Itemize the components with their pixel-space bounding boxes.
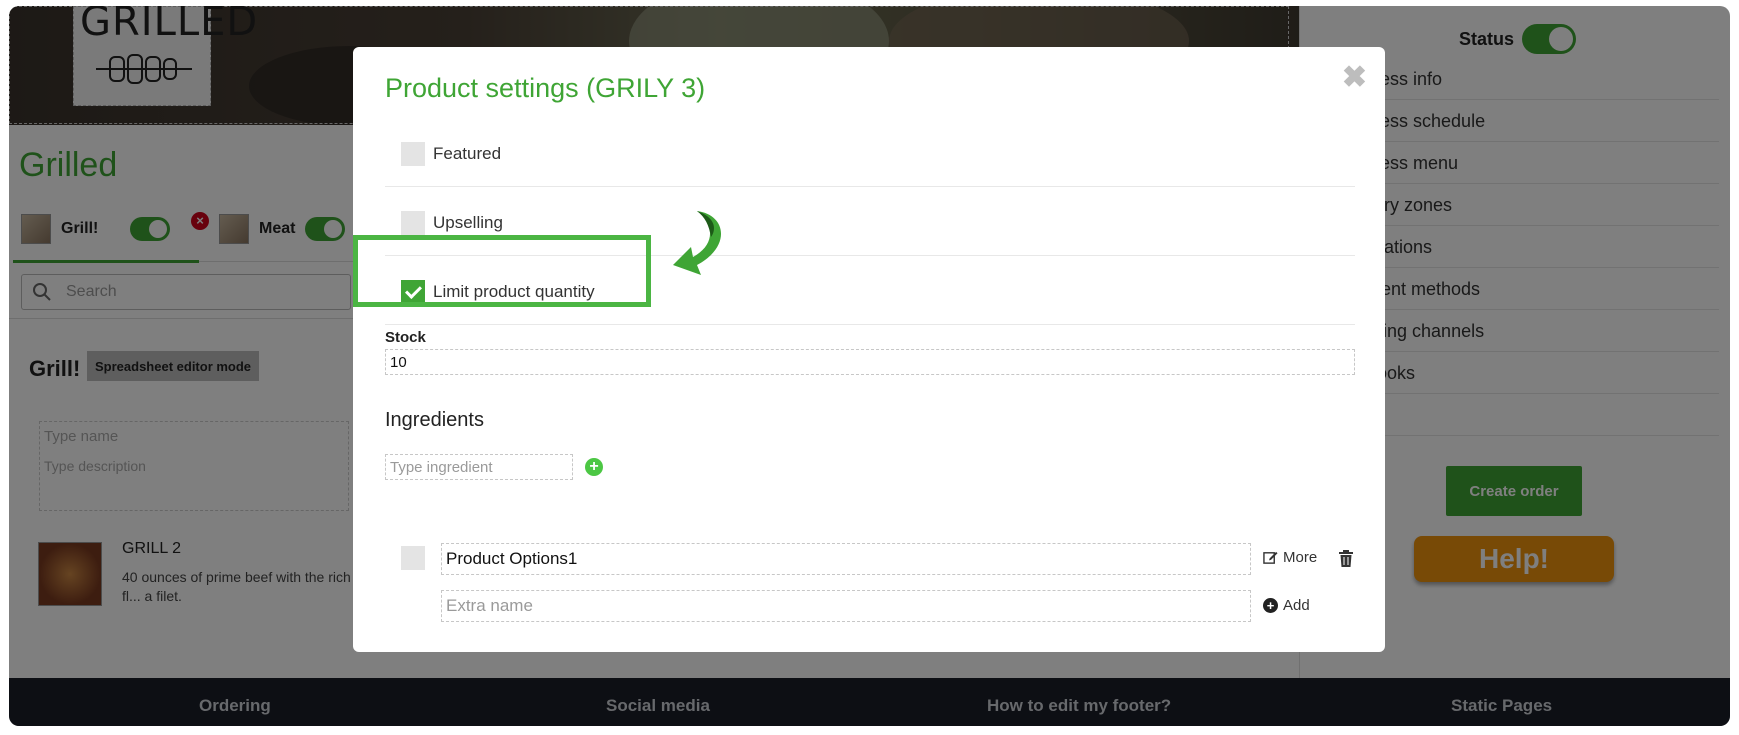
stock-input[interactable] <box>385 349 1355 375</box>
product-option-name-input[interactable] <box>441 543 1251 575</box>
highlight-box <box>353 235 651 307</box>
add-extra-button[interactable]: + Add <box>1263 597 1310 614</box>
option-featured: Featured <box>385 119 1355 187</box>
add-label: Add <box>1283 597 1310 614</box>
edit-icon <box>1263 551 1278 564</box>
ingredients-title: Ingredients <box>385 409 484 431</box>
stock-label: Stock <box>385 329 426 346</box>
arrow-icon <box>673 211 722 275</box>
upselling-checkbox[interactable] <box>401 211 425 235</box>
option-label: Featured <box>433 144 502 163</box>
add-icon: + <box>1263 598 1278 613</box>
product-option-checkbox[interactable] <box>401 546 425 570</box>
app-window: GRILLED Grilled Grill! × Meat <box>9 6 1730 726</box>
product-settings-modal: Product settings (GRILY 3) ✖ Featured Up… <box>353 47 1385 652</box>
extra-name-input[interactable] <box>441 590 1251 622</box>
close-icon[interactable]: ✖ <box>1342 63 1367 93</box>
modal-title: Product settings (GRILY 3) <box>385 73 706 103</box>
trash-icon[interactable] <box>1338 550 1354 568</box>
ingredient-input[interactable] <box>385 454 573 480</box>
option-label: Upselling <box>433 213 503 232</box>
more-button[interactable]: More <box>1263 549 1317 566</box>
featured-checkbox[interactable] <box>401 142 425 166</box>
more-label: More <box>1283 549 1318 566</box>
add-ingredient-icon[interactable]: + <box>585 458 603 476</box>
